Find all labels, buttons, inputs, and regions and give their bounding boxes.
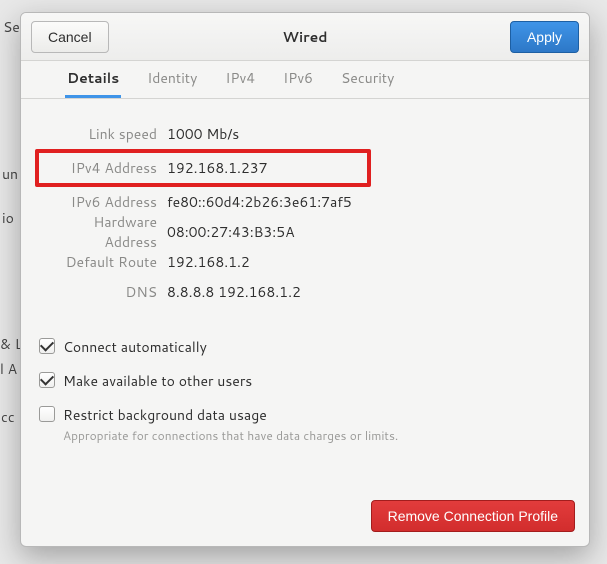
bg-text: cc: [1, 407, 15, 427]
tab-ipv6[interactable]: IPv6: [281, 61, 315, 98]
tab-details[interactable]: Details: [65, 61, 121, 98]
detail-default-route: Default Route 192.168.1.2: [39, 247, 571, 277]
bg-text: un: [2, 164, 18, 184]
detail-value: 192.168.1.2: [167, 252, 250, 272]
detail-label: IPv4 Address: [39, 158, 167, 178]
detail-value: 1000 Mb/s: [167, 124, 239, 144]
detail-value: 192.168.1.237: [167, 158, 268, 178]
bg-text: l A: [0, 359, 17, 379]
checkbox-label: Make available to other users: [63, 371, 252, 391]
detail-hardware-address: Hardware Address 08:00:27:43:B3:5A: [39, 217, 571, 247]
checkbox-sublabel: Appropriate for connections that have da…: [63, 427, 398, 444]
tabs-bar: Details Identity IPv4 IPv6 Security: [21, 61, 589, 99]
available-to-others-option[interactable]: Make available to other users: [39, 371, 571, 391]
checkbox-icon[interactable]: [39, 406, 55, 422]
options-section: Connect automatically Make available to …: [39, 337, 571, 444]
detail-dns: DNS 8.8.8.8 192.168.1.2: [39, 277, 571, 307]
cancel-button[interactable]: Cancel: [31, 21, 109, 53]
restrict-background-option[interactable]: Restrict background data usage Appropria…: [39, 405, 571, 444]
remove-connection-button[interactable]: Remove Connection Profile: [371, 500, 575, 532]
detail-link-speed: Link speed 1000 Mb/s: [39, 119, 571, 149]
checkbox-label: Connect automatically: [63, 337, 207, 357]
dialog-header: Cancel Wired Apply: [21, 13, 589, 61]
tab-ipv4[interactable]: IPv4: [223, 61, 257, 98]
checkbox-icon[interactable]: [39, 372, 55, 388]
detail-value: 08:00:27:43:B3:5A: [167, 222, 295, 242]
tab-security[interactable]: Security: [339, 61, 396, 98]
apply-button[interactable]: Apply: [510, 21, 579, 53]
checkbox-icon[interactable]: [39, 338, 55, 354]
detail-value: fe80::60d4:2b26:3e61:7af5: [167, 192, 352, 212]
detail-label: IPv6 Address: [39, 192, 167, 212]
wired-settings-dialog: Cancel Wired Apply Details Identity IPv4…: [20, 12, 590, 547]
tab-identity[interactable]: Identity: [145, 61, 199, 98]
detail-label: Link speed: [39, 124, 167, 144]
detail-label: Hardware Address: [39, 212, 167, 252]
detail-label: DNS: [39, 282, 167, 302]
dialog-footer: Remove Connection Profile: [21, 486, 589, 546]
ipv4-highlight: IPv4 Address 192.168.1.237: [35, 149, 371, 187]
checkbox-label: Restrict background data usage: [63, 405, 398, 425]
details-content: Link speed 1000 Mb/s IPv4 Address 192.16…: [21, 99, 589, 486]
connect-automatically-option[interactable]: Connect automatically: [39, 337, 571, 357]
detail-label: Default Route: [39, 252, 167, 272]
detail-value: 8.8.8.8 192.168.1.2: [167, 282, 301, 302]
bg-text: Se: [3, 17, 20, 37]
detail-ipv4-address: IPv4 Address 192.168.1.237: [39, 153, 367, 183]
bg-text: io: [2, 208, 14, 228]
